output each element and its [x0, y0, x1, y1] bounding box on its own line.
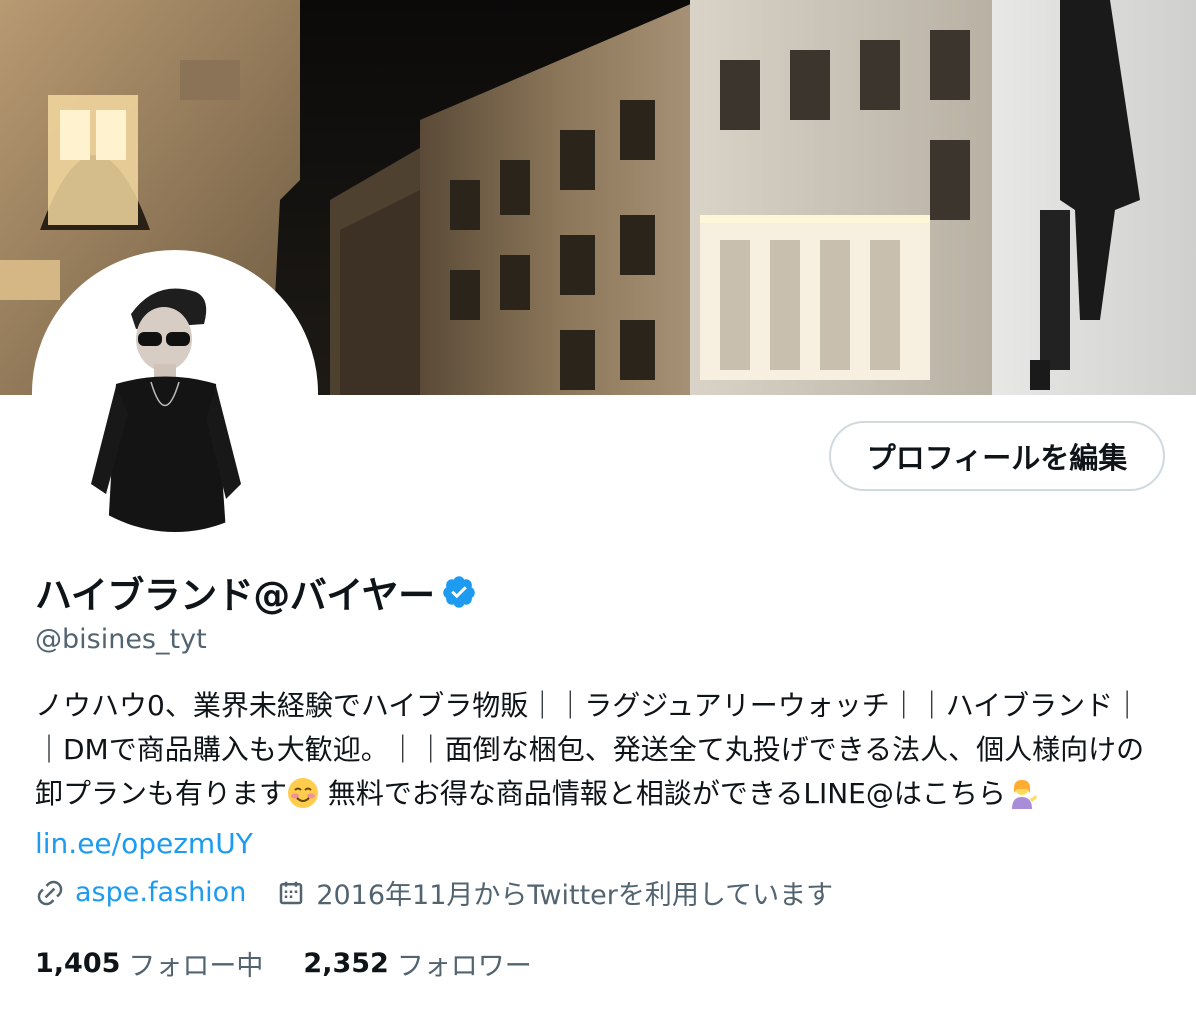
profile-meta: aspe.fashion 2016年11月からTwitterを利用しています	[35, 873, 833, 912]
followers-count: 2,352	[303, 948, 389, 979]
website-link[interactable]: aspe.fashion	[75, 877, 246, 908]
edit-profile-label: プロフィールを編集	[866, 441, 1128, 475]
following-link[interactable]: 1,405 フォロー中	[35, 944, 263, 983]
followers-label: フォロワー	[396, 951, 532, 982]
profile-handle: @bisines_tyt	[35, 624, 207, 655]
following-label: フォロー中	[128, 951, 264, 982]
followers-link[interactable]: 2,352 フォロワー	[303, 944, 531, 983]
smiling-face-emoji	[287, 777, 319, 822]
bio-text-2: 無料でお得な商品情報と相談ができるLINE@はこちら	[319, 777, 1006, 810]
person-tipping-hand-emoji	[1006, 777, 1038, 822]
verified-badge-icon	[441, 574, 477, 610]
profile-stats: 1,405 フォロー中 2,352 フォロワー	[35, 944, 572, 983]
profile-avatar[interactable]	[32, 250, 318, 536]
joined-date: 2016年11月からTwitterを利用しています	[316, 880, 834, 911]
bio-link[interactable]: lin.ee/opezmUY	[35, 827, 253, 860]
calendar-icon	[276, 878, 306, 908]
edit-profile-button[interactable]: プロフィールを編集	[829, 421, 1165, 491]
display-name: ハイブランド@バイヤー	[35, 574, 435, 617]
profile-bio: ノウハウ0、業界未経験でハイブラ物販｜｜ラグジュアリーウォッチ｜｜ハイブランド｜…	[35, 684, 1160, 866]
following-count: 1,405	[35, 948, 121, 979]
profile-name-row: ハイブランド@バイヤー	[35, 565, 477, 619]
link-icon	[35, 878, 65, 908]
